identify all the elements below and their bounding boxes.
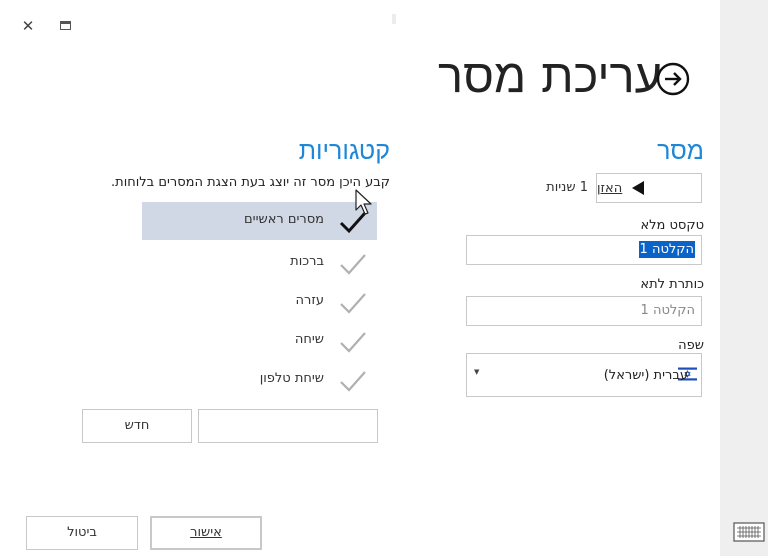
full-text-label: טקסט מלא [640,218,704,233]
category-item-greetings[interactable]: ברכות [142,244,377,282]
back-arrow-circle-icon[interactable] [656,62,690,96]
category-label: עזרה [295,293,324,308]
caption-field[interactable]: הקלטה 1 [466,296,702,326]
checkmark-icon [340,371,366,392]
checkmark-icon [340,332,366,353]
category-item-main-messages[interactable]: מסרים ראשיים [142,202,377,240]
close-icon: ✕ [21,17,35,35]
language-value: עברית (ישראל) [603,368,688,383]
categories-instructions: קבע היכן מסר זה יוצג בעת הצגת המסרים בלו… [111,175,390,190]
caption-placeholder: הקלטה 1 [640,303,695,318]
keyboard-icon[interactable] [733,522,765,542]
new-category-button[interactable]: חדש [82,409,192,443]
listen-button[interactable]: האזן [596,173,702,203]
checkmark-icon [340,293,366,314]
category-label: שיחת טלפון [259,371,324,386]
checkmark-icon [340,254,366,275]
top-divider [392,14,396,24]
language-label: שפה [678,338,704,353]
category-item-conversation[interactable]: שיחה [142,322,377,360]
message-section-heading: מסר [657,136,704,165]
ok-button[interactable]: אישור [150,516,262,550]
page-title: עריכת מסר [437,49,662,104]
category-label: ברכות [290,254,324,269]
categories-section-heading: קטגוריות [298,136,390,165]
category-item-help[interactable]: עזרה [142,283,377,321]
chevron-down-icon: ▼ [474,368,480,376]
side-bar [720,0,768,556]
restore-window-icon[interactable] [60,21,71,30]
full-text-value: הקלטה 1 [638,241,695,258]
ok-label: אישור [190,525,222,540]
close-button[interactable]: ✕ [20,18,36,34]
mouse-pointer-icon [355,189,372,215]
listen-label: האזן [597,180,623,196]
play-triangle-icon [632,181,645,195]
new-category-input[interactable] [198,409,378,443]
full-text-field[interactable]: הקלטה 1 [466,235,702,265]
category-item-phone-call[interactable]: שיחת טלפון [142,361,377,399]
duration-label: 1 שניות [546,180,588,195]
cancel-button[interactable]: ביטול [26,516,138,550]
caption-label: כותרת לתא [640,277,704,292]
category-label: מסרים ראשיים [244,212,324,227]
category-label: שיחה [294,332,324,347]
